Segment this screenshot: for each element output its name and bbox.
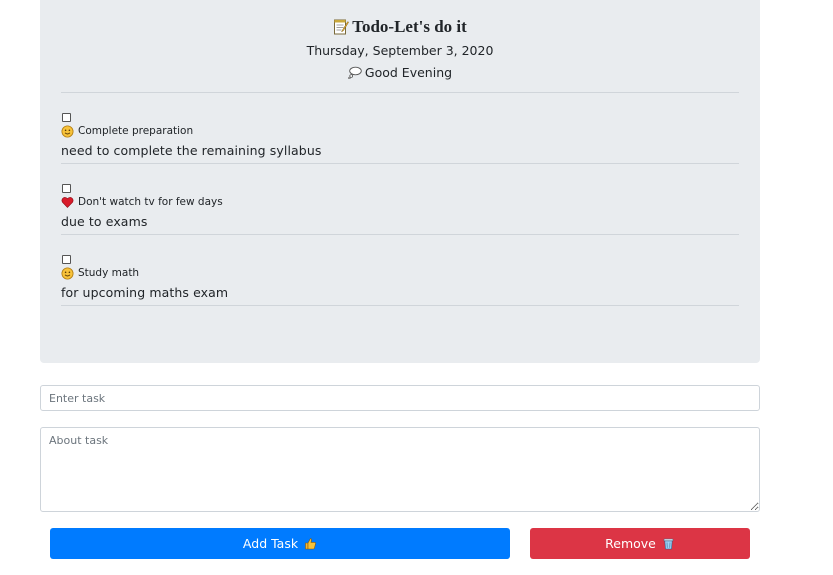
smiley-face-icon [61,125,74,138]
task-title-row: Study math [61,266,139,280]
task-title-row: Don't watch tv for few days [61,195,223,209]
task-input[interactable] [40,385,760,411]
task-description: for upcoming maths exam [61,285,229,300]
title-text: Todo-Let's do it [352,17,467,36]
greeting-text: Good Evening [364,64,453,80]
remove-label: Remove [605,536,656,551]
task-title: Don't watch tv for few days [78,196,223,208]
current-date: Thursday, September 3, 2020 [306,43,494,58]
task-description: due to exams [61,214,148,229]
task-checkbox[interactable] [62,184,71,193]
task-item: Don't watch tv for few days due to exams [61,164,739,235]
memo-icon [333,18,350,36]
task-item: Study math for upcoming maths exam [61,235,739,306]
remove-button[interactable]: Remove [530,528,750,559]
heart-icon [61,196,74,209]
task-title-row: Complete preparation [61,124,193,138]
todo-panel: Todo-Let's do it Thursday, September 3, … [40,0,760,363]
thumbs-up-icon [304,537,317,550]
add-task-button[interactable]: Add Task [50,528,510,559]
task-list: Complete preparation need to complete th… [61,93,739,306]
add-task-label: Add Task [242,536,299,551]
task-checkbox[interactable] [62,113,71,122]
greeting: Good Evening [40,63,760,81]
trash-can-icon [662,537,675,550]
task-checkbox[interactable] [62,255,71,264]
todo-header: Todo-Let's do it Thursday, September 3, … [40,0,760,81]
smiley-face-icon [61,267,74,280]
page-title: Todo-Let's do it [40,15,760,39]
task-title: Study math [78,267,140,279]
task-description: need to complete the remaining syllabus [61,143,322,158]
thought-bubble-icon [348,66,362,79]
task-title: Complete preparation [78,125,194,137]
task-item: Complete preparation need to complete th… [61,93,739,164]
about-task-textarea[interactable] [40,427,760,512]
